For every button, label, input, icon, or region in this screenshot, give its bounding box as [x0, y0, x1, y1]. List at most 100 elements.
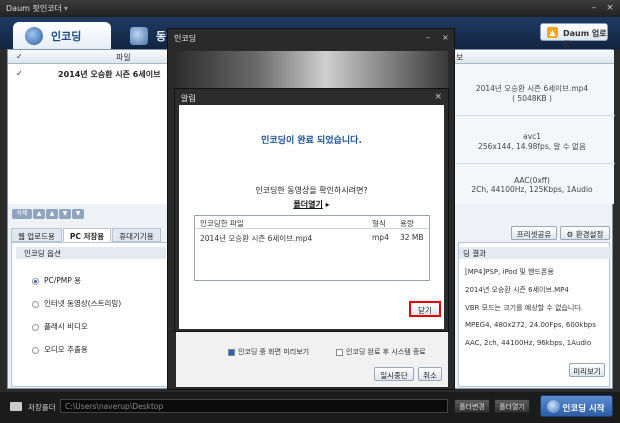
completion-message: 인코딩이 완료 되었습니다. — [261, 136, 362, 146]
header-info: 보 — [456, 53, 464, 62]
env-settings-label: 환경설정 — [575, 230, 604, 239]
tab-encoding[interactable]: 인코딩 — [13, 22, 111, 49]
result-line: 2014년 오승환 시즌 6세이브.MP4 — [465, 286, 569, 294]
folder-icon — [10, 402, 22, 411]
open-folder-link[interactable]: 폴더열기 ▸ — [179, 199, 444, 210]
bottom-bar: 저장폴더 C:\Users\naverup\Desktop 폴더변경 폴더열기 … — [0, 392, 620, 423]
encoding-window-footer: 인코딩 중 화면 미리보기 인코딩 완료 후 시스템 종료 일시중단 취소 — [176, 325, 448, 387]
cell-format: mp4 — [372, 233, 389, 242]
move-up-button[interactable]: ▲ — [46, 209, 58, 219]
completion-alert-dialog: 알림 × 인코딩이 완료 되었습니다. 인코딩한 동영상을 확인하시려면? 폴더… — [174, 88, 449, 332]
move-bottom-button[interactable]: ▼ — [72, 209, 84, 219]
close-button[interactable]: × — [604, 2, 616, 14]
result-line: VBR 모드는 크기를 예상할 수 없습니다. — [465, 304, 583, 312]
alert-title: 알림 — [181, 94, 196, 103]
save-folder-path[interactable]: C:\Users\naverup\Desktop — [60, 399, 448, 413]
move-top-button[interactable]: ▲ — [33, 209, 45, 219]
file-info-panel: 2014년 오승환 시즌 6세이브.mp4 ( 5048KB ) avc1 25… — [448, 64, 615, 204]
table-row[interactable]: 2014년 오승환 시즌 6세이브.mp4 mp4 32 MB — [195, 231, 429, 244]
shutdown-after-label: 인코딩 완료 후 시스템 종료 — [346, 348, 426, 356]
title-dropdown-icon[interactable]: ▾ — [64, 4, 68, 13]
option-streaming[interactable]: 인터넷 동영상(스트리밍) — [32, 298, 121, 309]
tab-mobile[interactable]: 휴대기기용 — [112, 228, 161, 242]
table-header: 인코딩한 파일 형식 용량 — [195, 216, 429, 229]
radio-icon — [32, 346, 39, 354]
video-info: 256x144, 14.98fps, 알 수 없음 — [478, 142, 586, 151]
daum-upload-label: Daum 업로드 — [563, 29, 607, 49]
audio-codec: AAC(0xff) — [514, 176, 550, 185]
cell-size: 32 MB — [400, 233, 424, 242]
alert-close-button[interactable]: 닫기 — [409, 301, 441, 317]
file-info-name: 2014년 오승환 시즌 6세이브.mp4 — [475, 84, 589, 93]
encoding-result-header: 딩 결과 — [459, 247, 611, 259]
alert-close-icon[interactable]: × — [434, 92, 442, 102]
result-line: AAC, 2ch, 44100Hz, 96kbps, 1Audio — [465, 339, 592, 347]
encoding-window-minimize[interactable]: – — [426, 33, 430, 42]
radio-icon — [32, 323, 39, 331]
encoding-result-panel: 딩 결과 [MP4]PSP, iPod 및 핸드폰용 2014년 오승환 시즌 … — [458, 242, 611, 387]
video-info-section: avc1 256x144, 14.98fps, 알 수 없음 — [449, 116, 615, 164]
encoding-disc-icon — [25, 27, 43, 45]
encoding-options-panel: 인코딩 옵션 PC/PMP 용 인터넷 동영상(스트리밍) 플래시 비디오 오디… — [11, 242, 171, 387]
row-filename: 2014년 오승환 시즌 6세이브 — [58, 70, 161, 79]
open-folder-link-text[interactable]: 폴더열기 — [293, 200, 322, 209]
audio-info-section: AAC(0xff) 2Ch, 44100Hz, 125Kbps, 1Audio — [449, 164, 615, 204]
start-encoding-icon — [547, 400, 560, 413]
list-controls: 삭제 ▲ ▲ ▼ ▼ — [12, 208, 85, 219]
col-file: 인코딩한 파일 — [200, 219, 244, 228]
env-settings-button[interactable]: ⚙ 환경설정 — [560, 226, 610, 240]
file-info-section: 2014년 오승환 시즌 6세이브.mp4 ( 5048KB ) — [449, 64, 615, 116]
encoding-window-close[interactable]: × — [442, 33, 449, 42]
audio-info: 2Ch, 44100Hz, 125Kbps, 1Audio — [471, 185, 593, 194]
option-pc-pmp-label: PC/PMP 용 — [44, 276, 82, 285]
file-info-size: ( 5048KB ) — [512, 94, 552, 103]
cancel-button[interactable]: 취소 — [418, 367, 442, 381]
checkbox-checked-icon — [228, 348, 235, 356]
open-folder-button[interactable]: 폴더열기 — [494, 399, 530, 413]
check-video-prompt: 인코딩한 동영상을 확인하시려면? — [255, 186, 368, 195]
cell-filename: 2014년 오승환 시즌 6세이브.mp4 — [200, 234, 313, 243]
option-streaming-label: 인터넷 동영상(스트리밍) — [44, 299, 122, 308]
save-folder-label: 저장폴더 — [28, 403, 56, 412]
option-flash-label: 플래시 비디오 — [44, 322, 88, 331]
video-edit-icon — [130, 27, 148, 45]
change-folder-button[interactable]: 폴더변경 — [454, 399, 490, 413]
option-flash[interactable]: 플래시 비디오 — [32, 321, 88, 332]
preset-share-button[interactable]: 프리셋공유 — [511, 226, 557, 240]
preset-tabs: 웹 업로드용 PC 저장용 휴대기기용 — [11, 228, 162, 242]
preview-while-encoding-label: 인코딩 중 화면 미리보기 — [238, 348, 310, 356]
radio-icon — [32, 300, 39, 308]
minimize-button[interactable]: – — [588, 2, 600, 14]
preview-button[interactable]: 미리보기 — [569, 363, 605, 377]
result-line: MPEG4, 480x272, 24.00Fps, 600kbps — [465, 321, 596, 329]
video-codec: avc1 — [523, 132, 541, 141]
tab-web-upload[interactable]: 웹 업로드용 — [11, 228, 62, 242]
result-line: [MP4]PSP, iPod 및 핸드폰용 — [465, 268, 554, 276]
link-arrow-icon: ▸ — [325, 200, 330, 209]
daum-upload-button[interactable]: ▲ Daum 업로드 — [540, 23, 608, 49]
row-checkbox[interactable]: ✓ — [16, 69, 23, 78]
shutdown-after-checkbox[interactable]: 인코딩 완료 후 시스템 종료 — [336, 347, 426, 357]
option-audio[interactable]: 오디오 추출용 — [32, 344, 88, 355]
header-check[interactable]: ✓ — [16, 52, 23, 61]
app-title-text: Daum 팟인코더 — [6, 4, 62, 13]
option-audio-label: 오디오 추출용 — [44, 345, 88, 354]
encoding-options-header: 인코딩 옵션 — [16, 247, 166, 259]
header-file: 파일 — [116, 53, 131, 62]
pause-button[interactable]: 일시중단 — [374, 367, 414, 381]
delete-button[interactable]: 삭제 — [12, 209, 32, 219]
tab-pc-save[interactable]: PC 저장용 — [62, 228, 112, 242]
radio-selected-icon — [32, 277, 39, 285]
col-size: 용량 — [400, 219, 414, 228]
start-encoding-button[interactable]: 인코딩 시작 — [540, 395, 613, 417]
encoding-window-title: 인코딩 — [174, 34, 197, 43]
move-down-button[interactable]: ▼ — [59, 209, 71, 219]
col-format: 형식 — [372, 219, 386, 228]
title-bar: Daum 팟인코더 ▾ – × — [0, 0, 620, 17]
option-pc-pmp[interactable]: PC/PMP 용 — [32, 275, 81, 286]
encoded-files-table: 인코딩한 파일 형식 용량 2014년 오승환 시즌 6세이브.mp4 mp4 … — [194, 215, 430, 281]
tab-encoding-label: 인코딩 — [51, 30, 82, 43]
upload-arrow-icon: ▲ — [547, 27, 558, 38]
app-title[interactable]: Daum 팟인코더 ▾ — [6, 3, 68, 14]
preview-while-encoding-checkbox[interactable]: 인코딩 중 화면 미리보기 — [228, 347, 309, 357]
